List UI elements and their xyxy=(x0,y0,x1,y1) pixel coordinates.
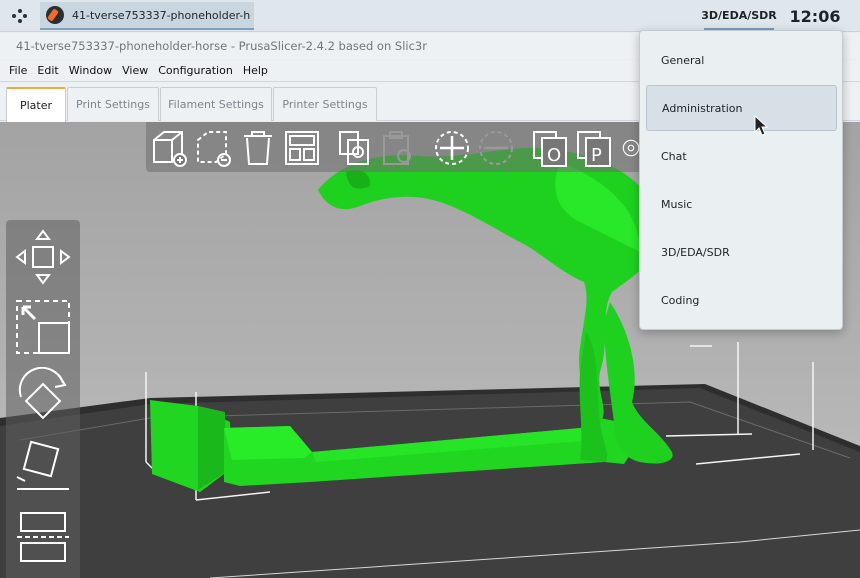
prusaslicer-icon xyxy=(46,6,64,24)
plater-toolbar: O P xyxy=(146,122,646,172)
menu-item-music[interactable]: Music xyxy=(646,181,837,227)
menu-configuration[interactable]: Configuration xyxy=(153,64,238,77)
app-launcher-icon[interactable] xyxy=(4,2,34,30)
category-menu-button[interactable]: 3D/EDA/SDR xyxy=(701,2,777,30)
menu-item-coding[interactable]: Coding xyxy=(646,277,837,323)
menu-help[interactable]: Help xyxy=(238,64,273,77)
gizmo-toolbar xyxy=(6,220,80,578)
menu-edit[interactable]: Edit xyxy=(32,64,63,77)
rotate-icon[interactable] xyxy=(10,364,76,430)
move-icon[interactable] xyxy=(10,224,76,290)
add-instance-icon[interactable] xyxy=(430,126,474,170)
taskbar-window-button[interactable]: 41-tverse753337-phoneholder-h... xyxy=(40,2,254,30)
place-on-face-icon[interactable] xyxy=(10,434,76,500)
tab-printer-settings[interactable]: Printer Settings xyxy=(273,87,377,121)
menu-view[interactable]: View xyxy=(117,64,153,77)
split-objects-icon[interactable]: O xyxy=(528,126,572,170)
svg-text:O: O xyxy=(547,145,561,166)
clock[interactable]: 12:06 xyxy=(780,2,850,30)
tab-plater[interactable]: Plater xyxy=(6,87,66,122)
cut-icon[interactable] xyxy=(10,504,76,570)
taskbar: 41-tverse753337-phoneholder-h... 3D/EDA/… xyxy=(0,0,860,32)
tab-print-settings[interactable]: Print Settings xyxy=(67,87,159,121)
menu-item-administration[interactable]: Administration xyxy=(646,85,837,131)
desktop: 41-tverse753337-phoneholder-h... 3D/EDA/… xyxy=(0,0,860,578)
tab-filament-settings[interactable]: Filament Settings xyxy=(160,87,272,121)
taskbar-window-label: 41-tverse753337-phoneholder-h... xyxy=(72,8,250,22)
mouse-cursor-icon xyxy=(754,115,768,136)
category-dropdown-menu: General Administration Chat Music 3D/EDA… xyxy=(639,30,843,330)
delete-icon[interactable] xyxy=(192,126,236,170)
scale-icon[interactable] xyxy=(10,294,76,360)
add-icon[interactable] xyxy=(148,126,192,170)
menu-item-chat[interactable]: Chat xyxy=(646,133,837,179)
delete-all-icon[interactable] xyxy=(236,126,280,170)
paste-icon[interactable] xyxy=(376,126,420,170)
menu-item-3d-eda-sdr[interactable]: 3D/EDA/SDR xyxy=(646,229,837,275)
svg-text:P: P xyxy=(591,145,602,166)
split-parts-icon[interactable]: P xyxy=(572,126,616,170)
menu-window[interactable]: Window xyxy=(64,64,117,77)
window-title: 41-tverse753337-phoneholder-horse - Prus… xyxy=(16,39,427,53)
arrange-icon[interactable] xyxy=(280,126,324,170)
copy-icon[interactable] xyxy=(332,126,376,170)
menu-file[interactable]: File xyxy=(4,64,32,77)
remove-instance-icon[interactable] xyxy=(474,126,518,170)
menu-item-general[interactable]: General xyxy=(646,37,837,83)
